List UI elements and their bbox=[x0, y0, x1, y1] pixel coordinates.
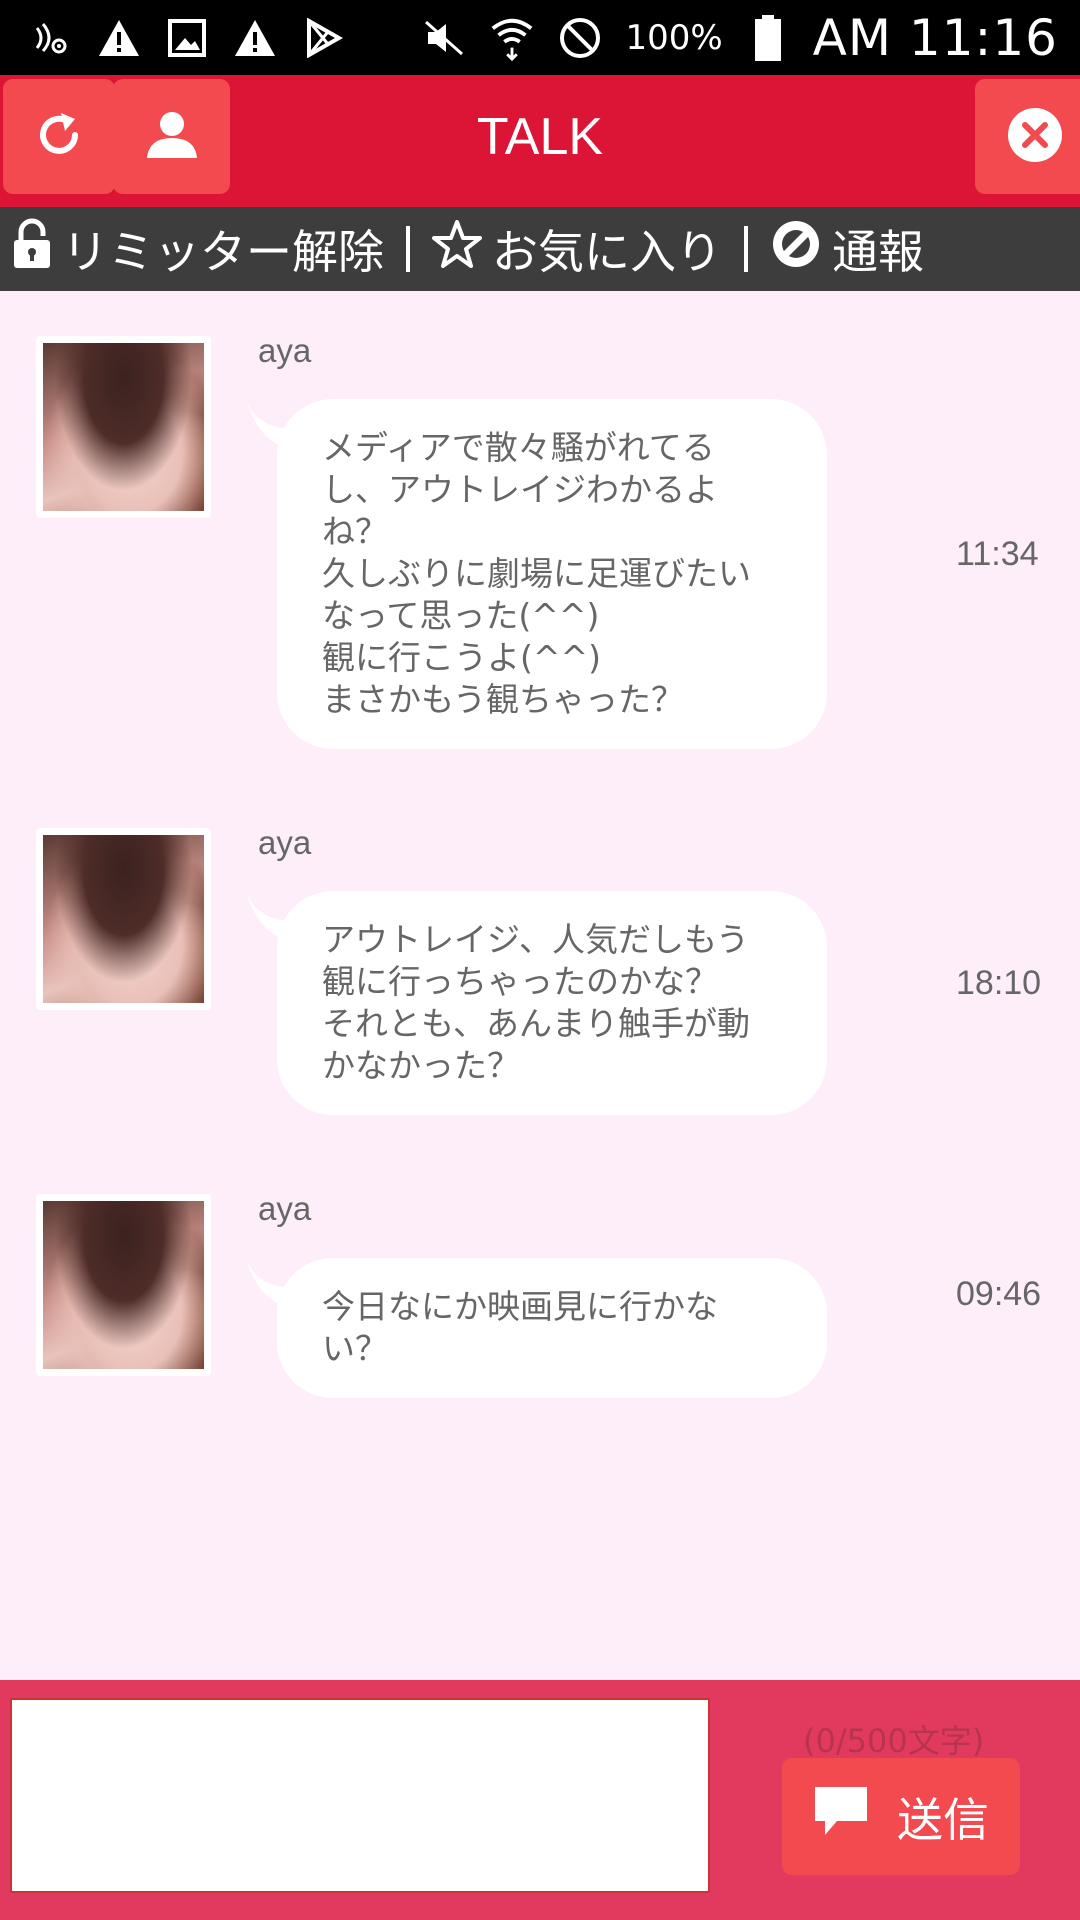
message-bubble: メディアで散々騒がれてる し、アウトレイジわかるよ ね？ 久しぶりに劇場に足運び… bbox=[277, 399, 827, 749]
clock: AM 11:16 bbox=[812, 8, 1058, 67]
message-bubble: アウトレイジ、人気だしもう 観に行っちゃったのかな？ それとも、あんまり触手が動… bbox=[277, 891, 827, 1115]
close-button[interactable] bbox=[975, 79, 1080, 194]
character-counter: (0/500文字) bbox=[803, 1722, 985, 1760]
favorite-button[interactable]: お気に入り bbox=[432, 216, 722, 282]
avatar-image bbox=[43, 835, 204, 1003]
message-bubble: 今日なにか映画見に行かな い？ bbox=[277, 1258, 827, 1398]
play-store-icon bbox=[300, 15, 346, 61]
sender-name: aya bbox=[258, 1190, 312, 1227]
message-time: 09:46 bbox=[956, 1275, 1042, 1313]
unlock-limiter-button[interactable]: リミッター解除 bbox=[12, 216, 384, 282]
star-icon bbox=[432, 219, 482, 280]
header-bar: TALK bbox=[0, 75, 1080, 207]
reload-button[interactable] bbox=[3, 79, 115, 194]
wifi-icon bbox=[489, 15, 535, 61]
battery-percent: 100% bbox=[625, 17, 723, 58]
reload-icon bbox=[31, 107, 87, 167]
status-bar: 100% AM 11:16 bbox=[0, 0, 1080, 75]
action-bar: リミッター解除 お気に入り 通報 bbox=[0, 207, 1080, 291]
blocked-icon bbox=[557, 15, 603, 61]
message-input[interactable] bbox=[10, 1698, 710, 1893]
message-time: 11:34 bbox=[956, 535, 1039, 573]
warning-icon bbox=[96, 15, 142, 61]
status-left bbox=[28, 15, 346, 61]
avatar-image bbox=[43, 1201, 204, 1369]
avatar-image bbox=[43, 343, 204, 511]
sender-name: aya bbox=[258, 332, 312, 369]
composer-bar: (0/500文字) 送信 bbox=[0, 1680, 1080, 1920]
profile-button[interactable] bbox=[113, 79, 230, 194]
status-right: 100% AM 11:16 bbox=[421, 9, 1058, 67]
signal-settings-icon bbox=[28, 15, 74, 61]
avatar[interactable] bbox=[36, 828, 211, 1010]
send-button[interactable]: 送信 bbox=[782, 1758, 1020, 1875]
close-icon bbox=[1007, 107, 1063, 167]
prohibited-icon bbox=[770, 218, 822, 281]
unlock-limiter-label: リミッター解除 bbox=[62, 225, 384, 279]
send-label: 送信 bbox=[897, 1792, 989, 1847]
message-time: 18:10 bbox=[956, 964, 1042, 1002]
separator bbox=[406, 226, 410, 272]
separator bbox=[744, 226, 748, 272]
warning-icon bbox=[232, 15, 278, 61]
user-icon bbox=[143, 106, 201, 168]
avatar[interactable] bbox=[36, 1194, 211, 1376]
image-icon bbox=[164, 15, 210, 61]
avatar[interactable] bbox=[36, 336, 211, 518]
lock-icon bbox=[12, 218, 52, 281]
sender-name: aya bbox=[258, 824, 312, 861]
favorite-label: お気に入り bbox=[492, 225, 722, 279]
battery-icon bbox=[745, 14, 791, 61]
report-button[interactable]: 通報 bbox=[770, 216, 924, 282]
report-label: 通報 bbox=[832, 225, 924, 279]
speech-bubble-icon bbox=[813, 1785, 869, 1848]
mute-icon bbox=[421, 15, 467, 61]
